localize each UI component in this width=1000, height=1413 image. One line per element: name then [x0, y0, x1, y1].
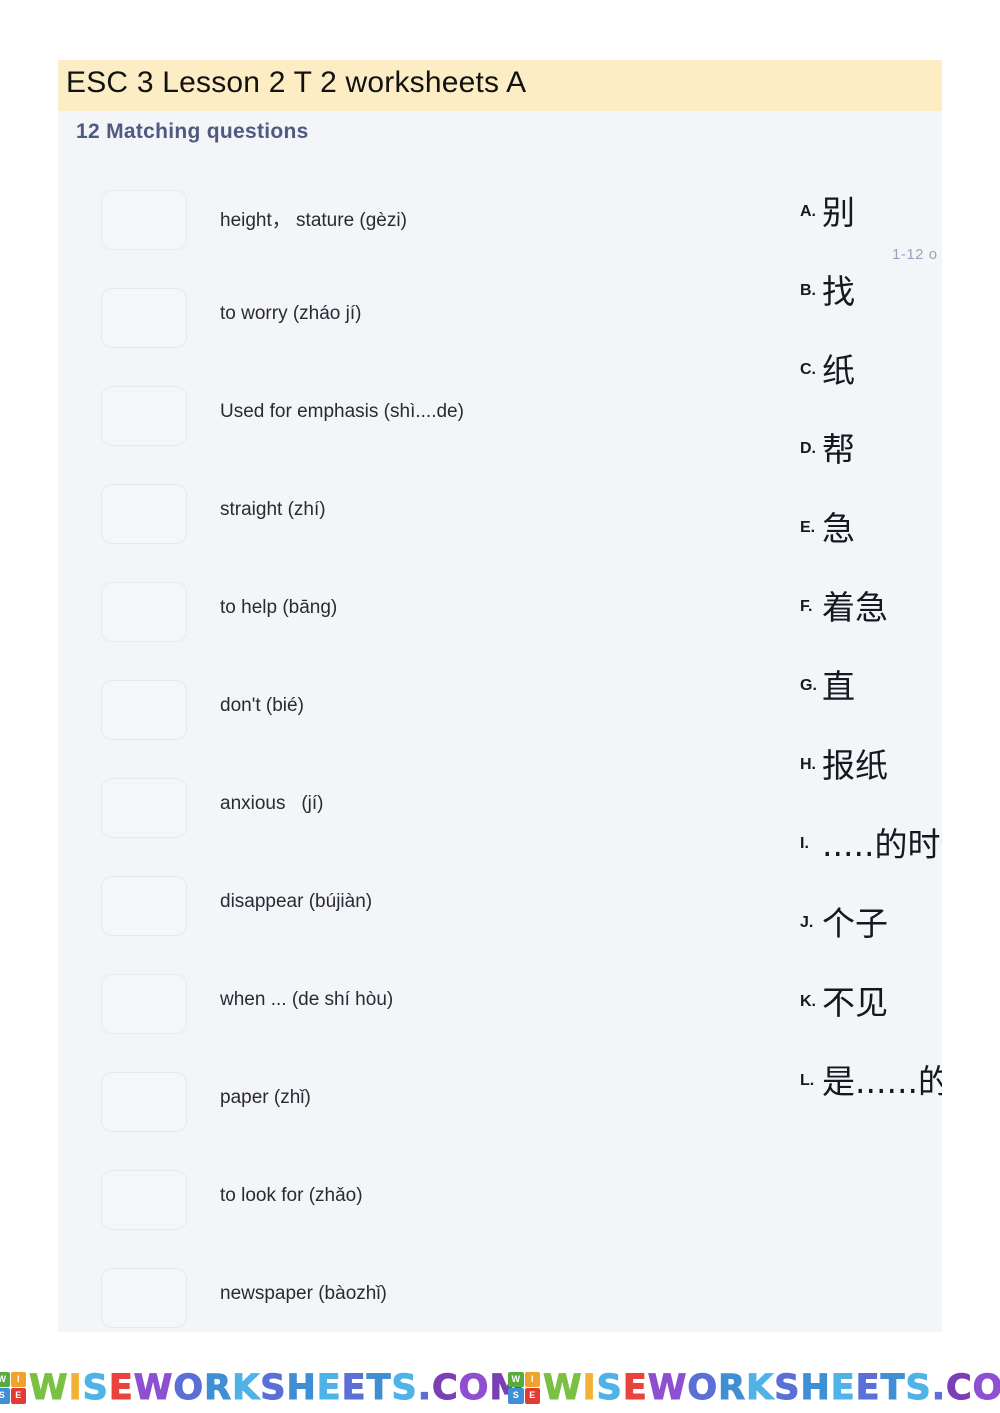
matching-option-row[interactable]: C. 纸 [738, 326, 942, 405]
prompt-text: anxious (jí) [220, 793, 324, 814]
option-letter: L. [800, 1072, 815, 1089]
prompt-text: when ... (de shí hòu) [220, 989, 394, 1010]
option-letter: A. [800, 203, 816, 220]
worksheet-card: ESC 3 Lesson 2 T 2 worksheets A 12 Match… [58, 60, 942, 1332]
option-text: 纸 [822, 351, 855, 390]
matching-option-row[interactable]: G. 直 [738, 642, 942, 721]
answer-drop-box[interactable] [101, 288, 187, 348]
matching-option-row[interactable]: E. 急 [738, 484, 942, 563]
option-column: A. 别 B. 找 C. 纸 D. 帮 E. 急 F. 着急 G. 直 H. 报纸 I. .....的时候 J. 个子… [738, 168, 942, 1116]
matching-prompt-row: when ... (de shí hòu) [58, 962, 658, 1060]
answer-drop-box[interactable] [101, 1268, 187, 1328]
option-text: 不见 [822, 983, 888, 1022]
matching-option-row[interactable]: B. 找 [738, 247, 942, 326]
prompt-text: paper (zhǐ) [220, 1087, 311, 1108]
matching-option-row[interactable]: L. 是......的 [738, 1037, 942, 1116]
watermark-text: WISEWORKSHEETS.COM [543, 1367, 1000, 1408]
matching-prompt-row: anxious (jí) [58, 766, 658, 864]
matching-prompt-row: don't (bié) [58, 668, 658, 766]
prompt-text: don't (bié) [220, 695, 304, 716]
prompt-text: disappear (bújiàn) [220, 891, 373, 912]
prompt-column: height， stature (gèzi) to worry (zháo jí)… [58, 178, 658, 1332]
option-text: 报纸 [822, 746, 888, 785]
option-text: 帮 [822, 430, 855, 469]
option-letter: I. [800, 835, 809, 852]
answer-drop-box[interactable] [101, 190, 187, 250]
matching-prompt-row: to help (bāng) [58, 570, 658, 668]
wiseworksheets-logo-icon: WISE [508, 1371, 540, 1404]
option-text: 是......的 [822, 1062, 942, 1101]
worksheet-title: ESC 3 Lesson 2 T 2 worksheets A [66, 66, 527, 99]
prompt-text: height， stature (gèzi) [220, 210, 407, 231]
matching-option-row[interactable]: F. 着急 [738, 563, 942, 642]
option-letter: C. [800, 361, 816, 378]
prompt-text: to help (bāng) [220, 597, 338, 618]
matching-option-row[interactable]: A. 别 [738, 168, 942, 247]
option-letter: H. [800, 756, 816, 773]
option-letter: G. [800, 677, 817, 694]
matching-option-row[interactable]: D. 帮 [738, 405, 942, 484]
option-text: .....的时候 [822, 825, 942, 864]
matching-option-row[interactable]: J. 个子 [738, 879, 942, 958]
option-text: 急 [822, 509, 855, 548]
worksheet-title-band: ESC 3 Lesson 2 T 2 worksheets A [58, 60, 942, 111]
matching-prompt-row: to worry (zháo jí) [58, 276, 658, 374]
matching-prompt-row: paper (zhǐ) [58, 1060, 658, 1158]
option-text: 着急 [822, 588, 888, 627]
option-letter: B. [800, 282, 816, 299]
matching-prompt-row: Used for emphasis (shì....de) [58, 374, 658, 472]
prompt-text: Used for emphasis (shì....de) [220, 401, 464, 422]
option-letter: D. [800, 440, 816, 457]
watermark-logo: WISEWISEWORKSHEETS.COM [0, 1362, 525, 1413]
option-letter: J. [800, 914, 814, 931]
matching-prompt-row: newspaper (bàozhǐ) [58, 1256, 658, 1332]
answer-drop-box[interactable] [101, 974, 187, 1034]
prompt-text: straight (zhí) [220, 499, 326, 520]
matching-prompt-row: to look for (zhǎo) [58, 1158, 658, 1256]
answer-drop-box[interactable] [101, 582, 187, 642]
answer-drop-box[interactable] [101, 778, 187, 838]
matching-option-row[interactable]: K. 不见 [738, 958, 942, 1037]
answer-drop-box[interactable] [101, 484, 187, 544]
answer-drop-box[interactable] [101, 680, 187, 740]
answer-drop-box[interactable] [101, 386, 187, 446]
prompt-text: newspaper (bàozhǐ) [220, 1283, 387, 1304]
watermark-logo: WISEWISEWORKSHEETS.COM [508, 1362, 1000, 1413]
matching-option-row[interactable]: H. 报纸 [738, 721, 942, 800]
matching-option-row[interactable]: I. .....的时候 [738, 800, 942, 879]
option-letter: E. [800, 519, 816, 536]
prompt-text: to look for (zhǎo) [220, 1185, 363, 1206]
prompt-text: to worry (zháo jí) [220, 303, 362, 324]
matching-prompt-row: disappear (bújiàn) [58, 864, 658, 962]
option-letter: F. [800, 598, 813, 615]
section-heading: 12 Matching questions [76, 120, 309, 143]
option-text: 直 [822, 667, 855, 706]
wiseworksheets-logo-icon: WISE [0, 1371, 26, 1404]
option-text: 别 [822, 193, 855, 232]
matching-prompt-row: height， stature (gèzi) [58, 178, 658, 276]
option-text: 找 [822, 272, 855, 311]
matching-prompt-row: straight (zhí) [58, 472, 658, 570]
watermark-strip: W I S E WISEWORKSHEETS.COM W I S E WISEWORKSHEETS… [0, 1362, 1000, 1413]
answer-drop-box[interactable] [101, 876, 187, 936]
option-letter: K. [800, 993, 816, 1010]
watermark-text: WISEWORKSHEETS.COM [29, 1367, 526, 1408]
answer-drop-box[interactable] [101, 1072, 187, 1132]
answer-drop-box[interactable] [101, 1170, 187, 1230]
option-text: 个子 [822, 904, 888, 943]
